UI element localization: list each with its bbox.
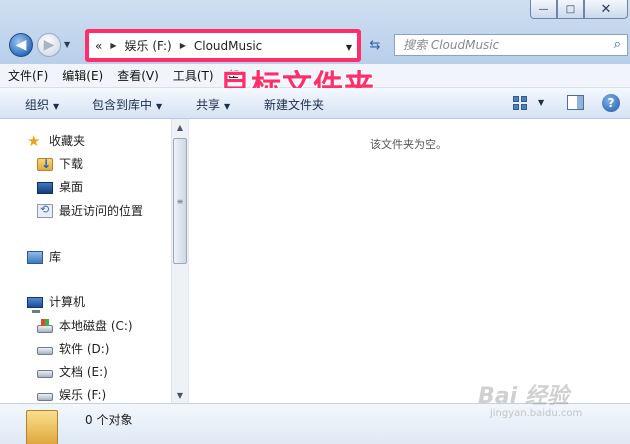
- command-bar: 组织 ▼ 包含到库中 ▼ 共享 ▼ 新建文件夹 ▼ ?: [0, 88, 630, 119]
- search-box[interactable]: ⌕: [394, 34, 628, 56]
- refresh-icon: ⇆: [369, 37, 381, 53]
- recent-pages-dropdown[interactable]: ▼: [64, 40, 70, 49]
- address-dropdown-icon[interactable]: ▼: [346, 43, 352, 52]
- nav-item-drive-e[interactable]: 文档 (E:): [37, 363, 108, 380]
- folder-icon: [26, 410, 58, 444]
- nav-scrollbar[interactable]: ▲ ≡ ▼: [171, 119, 188, 403]
- system-drive-icon: [37, 318, 53, 333]
- nav-item-recent-places[interactable]: 最近访问的位置: [37, 202, 143, 219]
- include-in-library-label: 包含到库中: [92, 98, 153, 112]
- star-icon: ★: [27, 131, 41, 150]
- watermark-url: jingyan.baidu.com: [490, 408, 583, 419]
- desktop-icon: [37, 181, 53, 194]
- recent-places-icon: [37, 203, 53, 218]
- chevron-down-icon: ▼: [156, 102, 163, 111]
- title-bar: — □ ✕ ◀ ▶ ▼ « ▶ 娱乐 (F:) ▶ CloudMusic ▼ ⇆…: [0, 0, 630, 64]
- chevron-down-icon: ▼: [53, 102, 60, 111]
- menu-edit[interactable]: 编辑(E): [62, 67, 103, 84]
- scroll-thumb[interactable]: ≡: [173, 138, 187, 264]
- breadcrumb-cloudmusic[interactable]: CloudMusic: [194, 39, 262, 53]
- library-icon: [27, 251, 43, 264]
- nav-libraries[interactable]: 库: [27, 248, 61, 265]
- preview-pane-icon[interactable]: [567, 95, 584, 110]
- nav-item-label: 软件 (D:): [59, 342, 110, 356]
- nav-item-drive-f[interactable]: 娱乐 (F:): [37, 386, 106, 403]
- nav-item-label: 桌面: [59, 180, 84, 194]
- minimize-button[interactable]: —: [530, 0, 557, 19]
- breadcrumb-chevron-icon[interactable]: ▶: [180, 41, 186, 50]
- menu-view[interactable]: 查看(V): [117, 67, 159, 84]
- search-icon[interactable]: ⌕: [614, 37, 621, 52]
- share-button[interactable]: 共享 ▼: [196, 96, 230, 113]
- nav-favorites-label: 收藏夹: [49, 134, 86, 148]
- help-icon[interactable]: ?: [602, 94, 620, 112]
- search-input[interactable]: [403, 38, 603, 52]
- forward-button[interactable]: ▶: [37, 33, 61, 57]
- breadcrumb-drive-f[interactable]: 娱乐 (F:): [125, 37, 172, 54]
- nav-item-label: 本地磁盘 (C:): [59, 319, 133, 333]
- nav-item-label: 下载: [59, 157, 84, 171]
- arrow-left-icon: ◀: [15, 37, 27, 53]
- nav-item-drive-d[interactable]: 软件 (D:): [37, 340, 109, 357]
- menu-file[interactable]: 文件(F): [8, 67, 48, 84]
- nav-item-desktop[interactable]: 桌面: [37, 178, 83, 195]
- refresh-button[interactable]: ⇆: [364, 35, 386, 55]
- arrow-right-icon: ▶: [43, 37, 55, 53]
- drive-icon: [37, 347, 53, 355]
- drive-icon: [37, 393, 53, 401]
- nav-computer[interactable]: 计算机: [27, 293, 86, 313]
- watermark-logo: Bai 经验: [478, 384, 569, 409]
- nav-item-label: 娱乐 (F:): [59, 388, 107, 402]
- file-list-area[interactable]: 该文件夹为空。: [189, 119, 630, 403]
- nav-libraries-label: 库: [49, 250, 62, 264]
- new-folder-button[interactable]: 新建文件夹: [264, 96, 324, 113]
- address-bar[interactable]: « ▶ 娱乐 (F:) ▶ CloudMusic ▼: [85, 29, 361, 62]
- change-view-icon[interactable]: [513, 96, 527, 110]
- view-options-dropdown[interactable]: ▼: [538, 98, 544, 107]
- chevron-down-icon: ▼: [224, 102, 231, 111]
- share-label: 共享: [196, 98, 221, 112]
- breadcrumb-overflow[interactable]: «: [95, 39, 102, 53]
- drive-icon: [37, 370, 53, 378]
- scroll-up-icon[interactable]: ▲: [172, 119, 188, 135]
- window-controls: — □ ✕: [530, 0, 628, 19]
- nav-computer-label: 计算机: [49, 295, 86, 309]
- nav-favorites[interactable]: ★ 收藏夹: [27, 132, 85, 149]
- nav-item-downloads[interactable]: 下载: [37, 155, 83, 172]
- nav-item-label: 文档 (E:): [59, 365, 108, 379]
- nav-item-drive-c[interactable]: 本地磁盘 (C:): [37, 317, 133, 334]
- maximize-button[interactable]: □: [557, 0, 584, 19]
- navigation-pane: ★ 收藏夹 下载 桌面 最近访问的位置 库 计算机 本地磁盘 (C:) 软件 (…: [0, 119, 188, 403]
- nav-item-label: 最近访问的位置: [59, 204, 144, 218]
- scroll-down-icon[interactable]: ▼: [172, 387, 188, 403]
- computer-icon: [27, 296, 43, 313]
- close-button[interactable]: ✕: [584, 0, 628, 19]
- empty-folder-message: 该文件夹为空。: [370, 138, 447, 151]
- new-folder-label: 新建文件夹: [264, 98, 325, 112]
- object-count: 0 个对象: [85, 413, 133, 427]
- downloads-folder-icon: [37, 157, 53, 171]
- organize-label: 组织: [25, 98, 50, 112]
- organize-button[interactable]: 组织 ▼: [25, 96, 59, 113]
- back-button[interactable]: ◀: [9, 33, 33, 57]
- menu-tools[interactable]: 工具(T): [173, 67, 214, 84]
- include-in-library-button[interactable]: 包含到库中 ▼: [92, 96, 162, 113]
- breadcrumb-chevron-icon[interactable]: ▶: [110, 41, 116, 50]
